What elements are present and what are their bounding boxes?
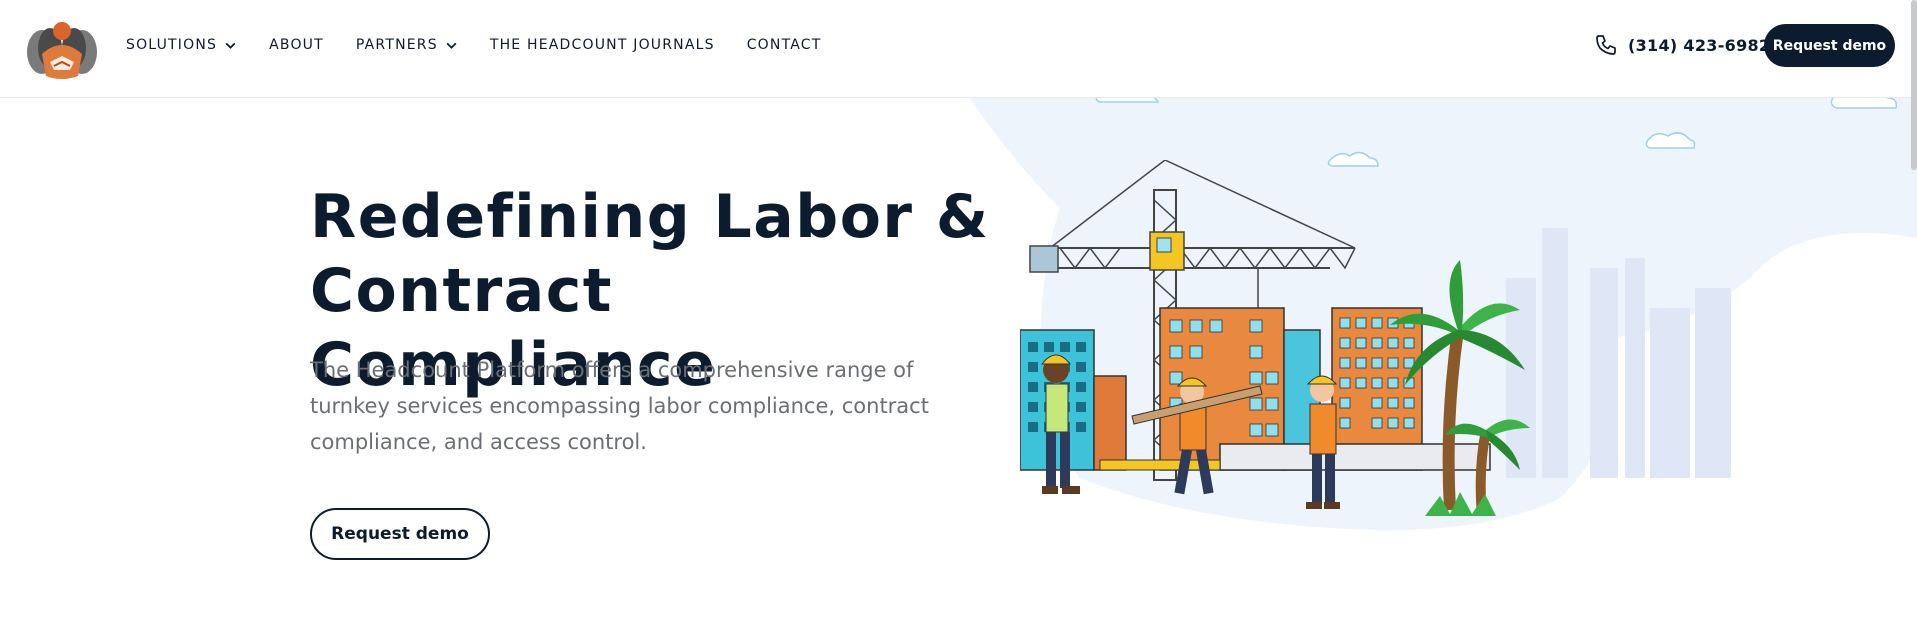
scrollbar[interactable] [1911,0,1917,170]
main-nav: SOLUTIONS ABOUT PARTNERS THE HEADCOUNT J… [126,0,854,90]
nav-partners[interactable]: PARTNERS [356,37,458,53]
nav-headcount-journals[interactable]: THE HEADCOUNT JOURNALS [490,37,715,53]
nav-headcount-journals-label: THE HEADCOUNT JOURNALS [489,37,715,53]
phone-number: (314) 423-6982 [1628,35,1771,55]
request-demo-button-header[interactable]: Request demo [1764,24,1895,67]
nav-solutions-label: SOLUTIONS [126,37,218,53]
construction-site-illustration [1020,160,1530,516]
hero-title-line-1: Redefining Labor & [310,182,990,252]
nav-partners-label: PARTNERS [355,37,438,53]
nav-about-label: ABOUT [269,37,324,53]
nav-contact-label: CONTACT [746,37,822,53]
phone-link[interactable]: (314) 423-6982 [1594,33,1770,57]
request-demo-button-hero[interactable]: Request demo [310,508,490,560]
phone-icon [1596,35,1616,55]
nav-contact[interactable]: CONTACT [747,37,822,53]
nav-about[interactable]: ABOUT [269,37,324,53]
hero-description: The Headcount Platform offers a comprehe… [310,358,929,454]
chevron-down-icon [225,42,236,49]
site-header: SOLUTIONS ABOUT PARTNERS THE HEADCOUNT J… [0,0,1917,98]
headcount-logo[interactable] [20,18,104,80]
chevron-down-icon [446,42,457,49]
nav-solutions[interactable]: SOLUTIONS [126,37,237,53]
